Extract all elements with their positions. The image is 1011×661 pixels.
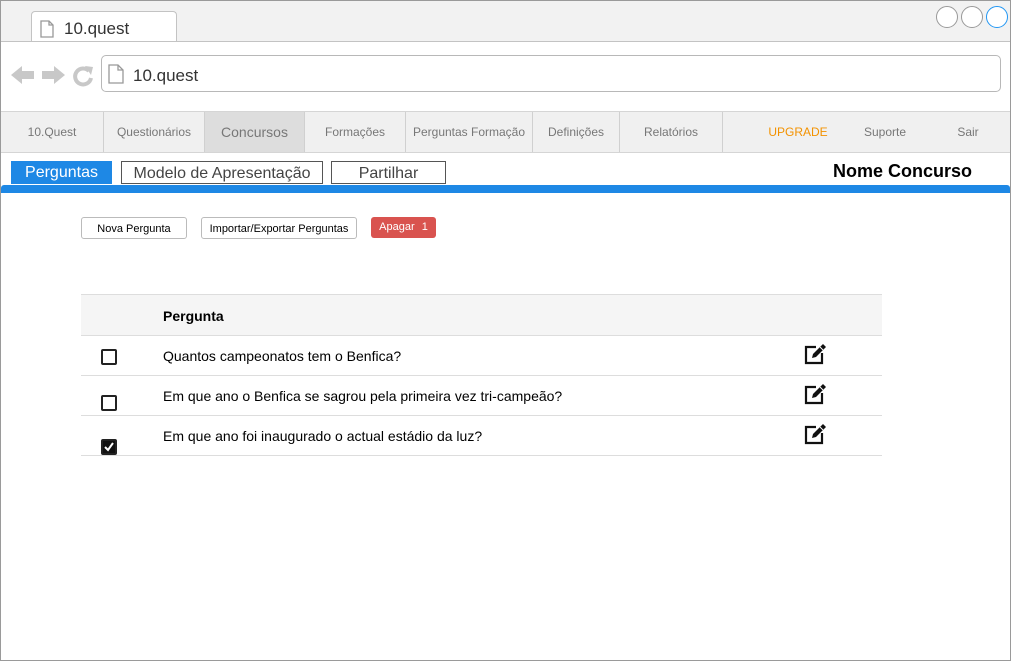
column-header-pergunta: Pergunta — [163, 308, 224, 324]
nav-item-sair[interactable]: Sair — [918, 112, 1010, 152]
window-close-button[interactable] — [986, 6, 1008, 28]
nav-item-concursos[interactable]: Concursos — [205, 112, 304, 152]
nav-item-upgrade[interactable]: UPGRADE — [747, 112, 849, 152]
address-bar-url: 10.quest — [133, 66, 199, 85]
browser-tab-title: 10.quest — [64, 19, 130, 38]
import-export-button[interactable]: Importar/Exportar Perguntas — [201, 217, 357, 239]
document-icon — [40, 20, 54, 38]
edit-icon[interactable] — [803, 343, 827, 365]
nav-divider — [722, 112, 723, 152]
row-checkbox[interactable] — [101, 349, 117, 365]
tab-perguntas[interactable]: Perguntas — [11, 161, 112, 184]
nav-item-perguntas-formacao[interactable]: Perguntas Formação — [406, 112, 532, 152]
nav-item-definicoes[interactable]: Definições — [533, 112, 619, 152]
nav-item-formacoes[interactable]: Formações — [305, 112, 405, 152]
tab-partilhar[interactable]: Partilhar — [331, 161, 446, 184]
row-checkbox[interactable] — [101, 395, 117, 411]
table-row: Quantos campeonatos tem o Benfica? — [81, 336, 882, 376]
table-row: Em que ano o Benfica se sagrou pela prim… — [81, 376, 882, 416]
question-text: Em que ano o Benfica se sagrou pela prim… — [163, 388, 563, 404]
table-row: Em que ano foi inaugurado o actual estád… — [81, 416, 882, 456]
table-header: Pergunta — [81, 294, 882, 336]
question-text: Quantos campeonatos tem o Benfica? — [163, 348, 402, 364]
page-title: Nome Concurso — [832, 161, 972, 181]
forward-arrow-icon[interactable] — [41, 65, 65, 85]
row-checkbox-checked[interactable] — [101, 439, 117, 455]
edit-icon[interactable] — [803, 423, 827, 445]
browser-window: 10.quest 10.quest 10.Quest Questionários — [0, 0, 1011, 661]
delete-button-label: Apagar — [379, 221, 415, 233]
delete-button[interactable]: Apagar 1 — [371, 217, 436, 238]
back-arrow-icon[interactable] — [11, 65, 35, 85]
window-maximize-button[interactable] — [961, 6, 983, 28]
nav-item-questionarios[interactable]: Questionários — [104, 112, 204, 152]
tab-bar-underline — [1, 185, 1010, 193]
edit-icon[interactable] — [803, 383, 827, 405]
questions-table: Pergunta Quantos campeonatos tem o Benfi… — [81, 294, 882, 456]
address-bar[interactable]: 10.quest — [101, 55, 1001, 92]
document-icon — [108, 64, 124, 84]
app-navigation: 10.Quest Questionários Concursos Formaçõ… — [1, 111, 1010, 153]
window-minimize-button[interactable] — [936, 6, 958, 28]
reload-icon[interactable] — [72, 65, 94, 87]
nav-item-relatorios[interactable]: Relatórios — [620, 112, 722, 152]
delete-count-badge: 1 — [421, 221, 428, 233]
new-question-button[interactable]: Nova Pergunta — [81, 217, 187, 239]
browser-chrome: 10.quest 10.quest — [1, 1, 1010, 111]
tab-modelo-apresentacao[interactable]: Modelo de Apresentação — [121, 161, 323, 184]
question-text: Em que ano foi inaugurado o actual estád… — [163, 428, 483, 444]
browser-tab[interactable]: 10.quest — [31, 11, 177, 43]
nav-item-10quest[interactable]: 10.Quest — [1, 112, 103, 152]
checkmark-icon — [104, 442, 114, 452]
